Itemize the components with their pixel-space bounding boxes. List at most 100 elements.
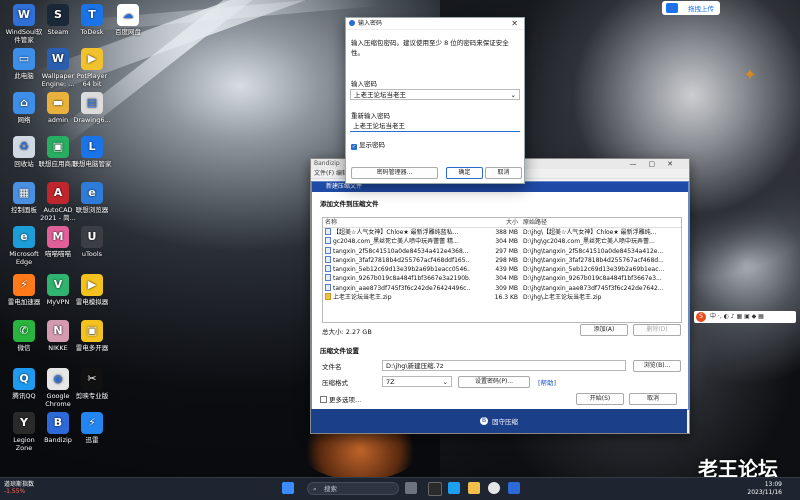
desktop-icon-label: 百度网盘 bbox=[115, 28, 141, 36]
desktop-icon[interactable]: T ToDesk bbox=[72, 4, 112, 36]
file-row[interactable]: 【超美☆人气女神】Chloe★ 最新浮雕纯蓝私... 388 MB D:\jhg\【… bbox=[323, 228, 681, 237]
start-menu-icon[interactable] bbox=[282, 482, 294, 494]
edge-icon: e bbox=[13, 226, 35, 248]
chrome-taskbar-icon[interactable] bbox=[488, 482, 500, 494]
file-row[interactable]: tangxin_9267b019c8a484f1bf3667e3a2190b..… bbox=[323, 274, 681, 283]
desktop-icon[interactable]: e 联想浏览器 bbox=[72, 182, 112, 214]
file-list[interactable]: 名称 大小 原始路径 【超美☆人气女神】Chloe★ 最新浮雕纯蓝私... 388… bbox=[322, 217, 682, 323]
desktop-icon[interactable]: ▣ 雷电多开器 bbox=[72, 320, 112, 352]
show-password-checkbox[interactable]: ✓ 显示密码 bbox=[351, 139, 385, 150]
bandizip-window: Bandizip —▢✕ 文件(F) 编辑 新建压缩文件 添加文件到压缩文件 名… bbox=[310, 158, 690, 434]
file-name-text: tangxin_2f58c41510a0de84534a412e4368... bbox=[333, 247, 469, 255]
video-file-icon bbox=[325, 237, 331, 245]
meow-app-icon: M bbox=[47, 226, 69, 248]
autocad-icon: A bbox=[47, 182, 69, 204]
desktop-icon[interactable]: L 联想电脑管家 bbox=[72, 136, 112, 168]
terminal-icon[interactable] bbox=[428, 482, 442, 496]
desktop-icon[interactable]: ⚡ 迅雷 bbox=[72, 412, 112, 444]
password-manager-button[interactable]: 密码管理器... bbox=[351, 167, 438, 179]
column-name[interactable]: 名称 bbox=[325, 218, 470, 227]
taskbar-search[interactable]: ⌕ 搜索 bbox=[307, 482, 399, 495]
add-button[interactable]: 添加(A) bbox=[580, 324, 628, 336]
wechat-icon: ✆ bbox=[13, 320, 35, 342]
desktop-icon-label: 雷电多开器 bbox=[75, 344, 109, 352]
more-options-label: 更多选项... bbox=[329, 396, 362, 404]
wallpaper-engine-icon: W bbox=[47, 48, 69, 70]
file-name: 【超美☆人气女神】Chloe★ 最新浮雕纯蓝私... bbox=[325, 228, 470, 237]
steam-icon: S bbox=[47, 4, 69, 26]
archive-settings-title: 压缩文件设置 bbox=[320, 347, 359, 355]
system-clock[interactable]: 13:09 2023/11/16 bbox=[747, 481, 782, 497]
desktop-icon[interactable]: UuTools bbox=[72, 226, 112, 258]
stock-title: 道琼斯指数 bbox=[4, 481, 35, 488]
password-cancel-button[interactable]: 取消 bbox=[485, 167, 522, 179]
file-row[interactable]: 上老王论坛当老王.zip 16.3 KB D:\jhg\上老王论坛当老王.zip bbox=[323, 293, 681, 302]
bandizip-window-title: Bandizip bbox=[314, 160, 340, 167]
legion-zone-icon: Y bbox=[13, 412, 35, 434]
file-list-header: 名称 大小 原始路径 bbox=[323, 218, 681, 228]
file-name-text: 【超美☆人气女神】Chloe★ 最新浮雕纯蓝私... bbox=[333, 229, 459, 236]
chevron-down-icon: ⌄ bbox=[442, 378, 448, 386]
upload-button[interactable]: 拖拽上传 bbox=[662, 1, 720, 15]
qq-taskbar-icon[interactable] bbox=[448, 482, 460, 494]
video-file-icon bbox=[325, 283, 331, 291]
format-value: 7Z bbox=[386, 378, 395, 386]
desktop-icon[interactable]: ✂ 剪映专业版 bbox=[72, 368, 112, 400]
file-path: D:\jhg\上老王论坛当老王.zip bbox=[523, 294, 602, 302]
close-icon[interactable]: ✕ bbox=[511, 18, 518, 29]
file-row[interactable]: tangxin_aae873df745f3f6c242de76424496c..… bbox=[323, 283, 681, 293]
file-size: 388 MB bbox=[495, 229, 518, 236]
ok-button[interactable]: 确定 bbox=[446, 167, 483, 179]
browse-button[interactable]: 浏览(B)... bbox=[633, 360, 681, 372]
cancel-button[interactable]: 取消 bbox=[629, 393, 677, 405]
filename-input[interactable]: D:\jhg\新建压缩.7z bbox=[382, 360, 626, 371]
file-row[interactable]: tangxin_2f58c41510a0de84534a412e4368... 2… bbox=[323, 246, 681, 256]
file-name-text: tangxin_5eb12c69d13e39b2a69b1eacc0546... bbox=[333, 266, 470, 274]
bandizip-logo-icon: B bbox=[480, 417, 488, 425]
format-select[interactable]: 7Z ⌄ bbox=[382, 376, 452, 387]
bandizip-taskbar-icon[interactable] bbox=[508, 482, 520, 494]
password-label: 输入密码 bbox=[351, 80, 377, 88]
bird-widget-icon[interactable]: ✦ bbox=[741, 66, 759, 84]
start-button[interactable]: 开始(S) bbox=[576, 393, 624, 405]
desktop-icon-label: 联想浏览器 bbox=[75, 206, 109, 214]
more-options-toggle[interactable]: 更多选项... bbox=[320, 394, 361, 404]
ime-toolbar[interactable]: S 中 ·, ◐ ♪ ▦ ▣ ◆ ▦ bbox=[694, 311, 796, 323]
stock-widget[interactable]: 道琼斯指数 -1.55% bbox=[4, 481, 34, 495]
password-hint: 输入压缩包密码。建议使用至少 8 位的密码来保证安全性。 bbox=[351, 39, 509, 57]
ime-toolbar-label: 中 ·, ◐ ♪ ▦ ▣ ◆ ▦ bbox=[710, 313, 764, 320]
set-password-button[interactable]: 设置密码(P)... bbox=[458, 376, 530, 388]
bandizip-icon: B bbox=[47, 412, 69, 434]
filename-label: 文件名 bbox=[322, 363, 342, 371]
window-controls[interactable]: —▢✕ bbox=[630, 159, 685, 169]
file-explorer-icon[interactable] bbox=[468, 482, 480, 494]
desktop-icon-label: PotPlayer 64 bit bbox=[76, 72, 108, 88]
desktop-icon-label: 雷电模拟器 bbox=[75, 298, 109, 306]
column-path[interactable]: 原始路径 bbox=[523, 218, 678, 227]
leidian-accelerator-icon: ⚡ bbox=[13, 274, 35, 296]
file-row[interactable]: tangxin_3faf27818b4d255767acf468ddf165..… bbox=[323, 255, 681, 265]
column-size[interactable]: 大小 bbox=[473, 218, 518, 227]
chrome-icon: ◉ bbox=[47, 368, 69, 390]
clock-time: 13:09 bbox=[764, 481, 782, 488]
desktop-icon[interactable]: ☁ 百度网盘 bbox=[108, 4, 148, 36]
myvpn-icon: V bbox=[47, 274, 69, 296]
file-row[interactable]: tangxin_5eb12c69d13e39b2a69b1eacc0546...… bbox=[323, 265, 681, 274]
task-view-icon[interactable] bbox=[405, 482, 417, 494]
format-label: 压缩格式 bbox=[322, 379, 348, 387]
confirm-password-input[interactable]: 上老王论坛当老王 bbox=[350, 121, 520, 132]
taskbar: 道琼斯指数 -1.55% ⌕ 搜索 13:09 2023/11/16 bbox=[0, 477, 800, 500]
file-name: tangxin_9267b019c8a484f1bf3667e3a2190b..… bbox=[325, 274, 470, 283]
desktop-icon[interactable]: ▶ 雷电模拟器 bbox=[72, 274, 112, 306]
file-size: 439 MB bbox=[495, 266, 518, 274]
desktop-icon[interactable]: ▶ PotPlayer 64 bit bbox=[72, 48, 112, 88]
password-input[interactable]: 上老王论坛当老王 ⌄ bbox=[350, 89, 520, 100]
file-name: tangxin_aae873df745f3f6c242de76424496c..… bbox=[325, 283, 470, 293]
file-name: tangxin_2f58c41510a0de84534a412e4368... bbox=[325, 246, 470, 256]
file-row[interactable]: gc2048.com_黑丝死亡美人喷中玩弄蕾蕾 精... 304 MB D:\jhg… bbox=[323, 237, 681, 246]
sogou-icon: S bbox=[696, 312, 706, 322]
help-link[interactable]: [帮助] bbox=[538, 377, 556, 387]
desktop-icon-label: 迅雷 bbox=[85, 436, 99, 444]
delete-button[interactable]: 删除(D) bbox=[633, 324, 681, 336]
desktop-icon[interactable]: ▤ Drawing6... bbox=[72, 92, 112, 124]
